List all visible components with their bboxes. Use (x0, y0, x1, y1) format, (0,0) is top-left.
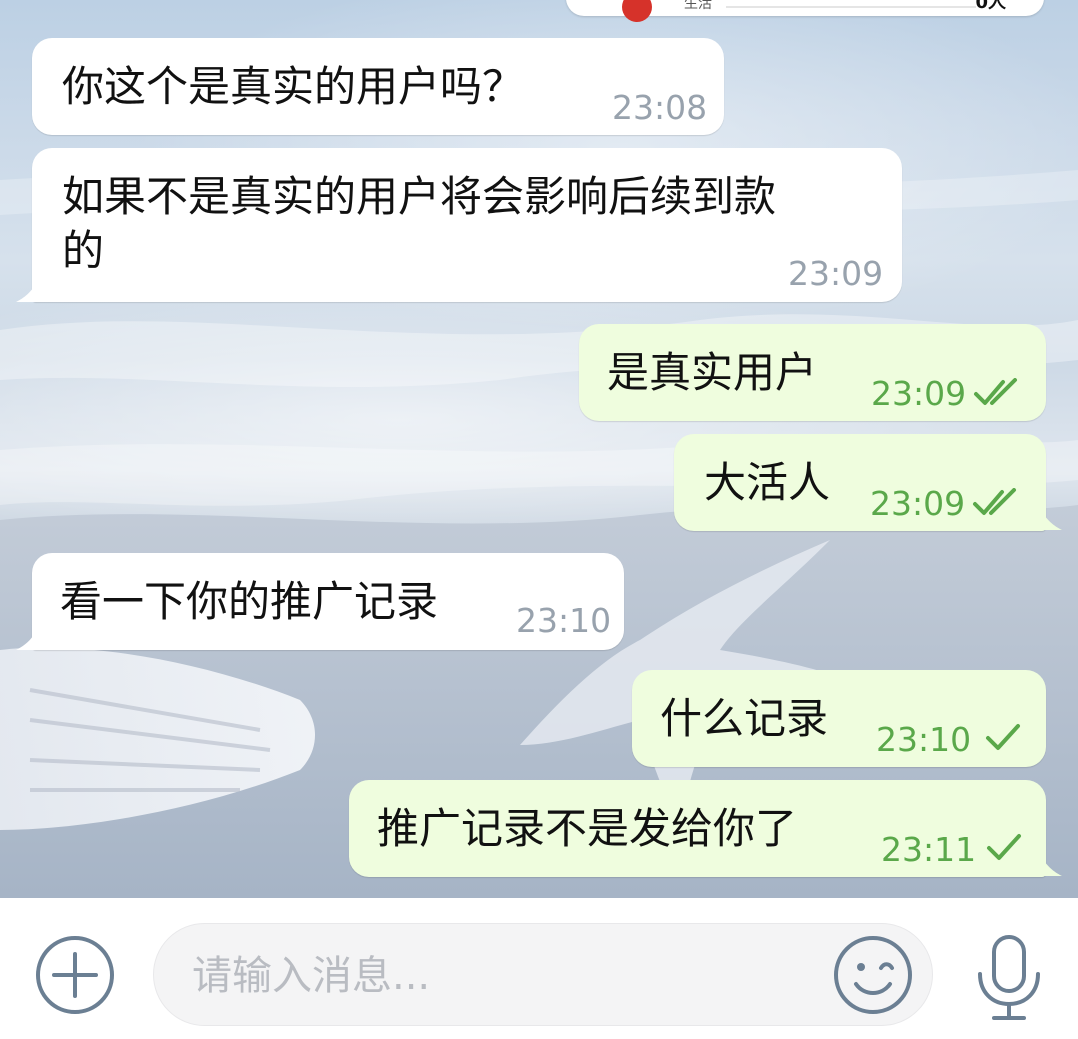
message-text: 什么记录 (660, 694, 829, 743)
message-time: 23:09 (871, 374, 967, 413)
bubble-tail-icon (16, 628, 38, 650)
microphone-icon[interactable] (974, 934, 1044, 1024)
message-bubble-outgoing[interactable]: 什么记录 23:10 (632, 670, 1046, 767)
message-input[interactable] (190, 924, 824, 1027)
message-bubble-incoming[interactable]: 你这个是真实的用户吗？ 23:08 (32, 38, 724, 135)
message-bubble-incoming[interactable]: 看一下你的推广记录 23:10 (32, 553, 624, 650)
double-check-icon (974, 378, 1017, 405)
message-bubble-outgoing[interactable]: 大活人 23:09 (674, 434, 1046, 531)
message-time: 23:09 (788, 254, 884, 293)
message-text: 是真实用户 (607, 348, 818, 397)
double-check-icon (973, 488, 1016, 515)
check-icon (986, 724, 1020, 750)
message-text: 推广记录不是发给你了 (377, 804, 798, 853)
emoji-icon[interactable] (832, 934, 914, 1016)
top-card-divider (726, 6, 976, 8)
top-info-card[interactable]: 生活 0人 (566, 0, 1044, 22)
message-text: 看一下你的推广记录 (60, 577, 439, 626)
message-composer (0, 898, 1078, 1039)
bubble-tail-icon (16, 280, 38, 302)
top-card-label: 生活 (684, 0, 712, 12)
plus-circle-icon[interactable] (34, 934, 116, 1016)
message-time: 23:10 (876, 720, 972, 759)
bubble-tail-icon (1040, 854, 1062, 876)
message-bubble-outgoing[interactable]: 推广记录不是发给你了 23:11 (349, 780, 1046, 877)
message-text: 你这个是真实的用户吗？ (62, 62, 525, 111)
top-card-count: 0人 (975, 0, 1006, 13)
message-bubble-incoming[interactable]: 如果不是真实的用户将会影响后续到款 的 23:09 (32, 148, 902, 302)
message-time: 23:10 (516, 601, 612, 640)
message-text: 大活人 (704, 458, 831, 507)
message-time: 23:09 (870, 484, 966, 523)
message-bubble-outgoing[interactable]: 是真实用户 23:09 (579, 324, 1046, 421)
message-time: 23:08 (612, 88, 708, 127)
check-icon (987, 834, 1021, 860)
message-input-field[interactable] (153, 923, 933, 1027)
bubble-tail-icon (1040, 508, 1062, 530)
chat-screen: 生活 0人 你这个是真实的用户吗？ 23:08 如果不是真实的用户将会影响后续到… (0, 0, 1078, 1039)
message-time: 23:11 (881, 830, 977, 869)
message-text: 如果不是真实的用户将会影响后续到款 的 (62, 172, 777, 275)
